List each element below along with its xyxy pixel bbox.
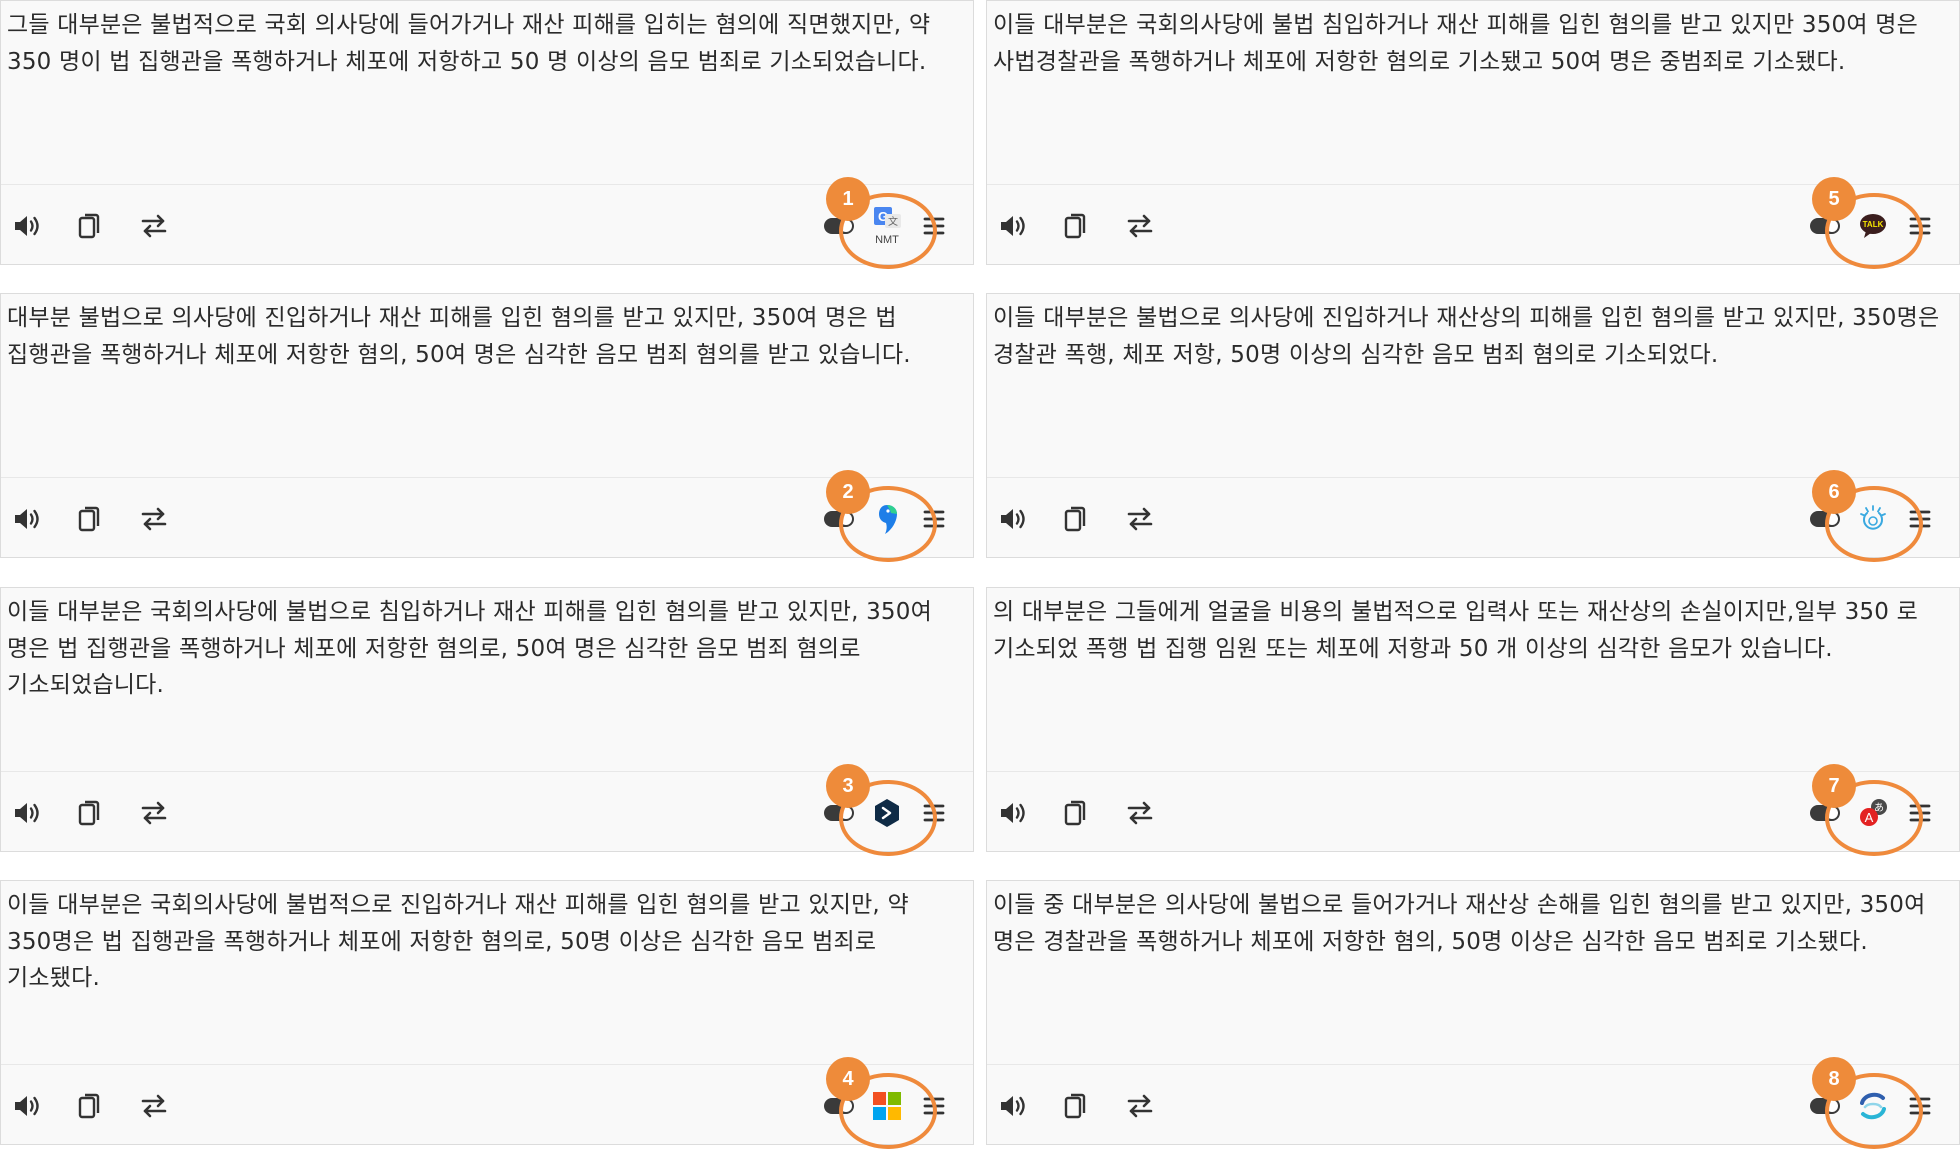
translation-text: 이들 대부분은 국회의사당에 불법으로 침입하거나 재산 피해를 입힌 혐의를 …: [7, 599, 932, 698]
panel-toolbar: 3: [1, 764, 973, 856]
translation-text: 이들 중 대부분은 의사당에 불법으로 들어가거나 재산상 손해를 입힌 혐의를…: [993, 892, 1926, 955]
swap-icon[interactable]: [135, 207, 173, 245]
translation-panel-5: 이들 대부분은 국회의사당에 불법 침입하거나 재산 피해를 입힌 혐의를 받고…: [986, 0, 1960, 269]
copy-icon[interactable]: [71, 500, 109, 538]
translation-panel-6: 이들 대부분은 불법으로 의사당에 진입하거나 재산상의 피해를 입힌 혐의를 …: [986, 293, 1960, 562]
translation-panel-2: 대부분 불법으로 의사당에 진입하거나 재산 피해를 입힌 혐의를 받고 있지만…: [0, 293, 974, 562]
menu-icon[interactable]: [919, 794, 949, 832]
svg-text:NMT: NMT: [875, 234, 899, 246]
copy-icon[interactable]: [71, 794, 109, 832]
toggle-icon[interactable]: [1807, 500, 1843, 538]
svg-text:TALK: TALK: [1863, 220, 1884, 229]
swap-icon[interactable]: [1121, 794, 1159, 832]
svg-text:文: 文: [888, 215, 898, 228]
systran-icon[interactable]: [1853, 1087, 1893, 1125]
swap-icon[interactable]: [1121, 500, 1159, 538]
swap-icon[interactable]: [1121, 1087, 1159, 1125]
speaker-icon[interactable]: [995, 1087, 1033, 1125]
copy-icon[interactable]: [71, 1087, 109, 1125]
translation-text: 그들 대부분은 불법적으로 국회 의사당에 들어가거나 재산 피해를 입히는 혐…: [7, 12, 931, 75]
copy-icon[interactable]: [1057, 207, 1095, 245]
translator-a-icon[interactable]: あA: [1853, 794, 1893, 832]
menu-icon[interactable]: [1905, 794, 1935, 832]
svg-text:A: A: [1865, 810, 1874, 825]
copy-icon[interactable]: [1057, 500, 1095, 538]
google-translate-nmt-icon[interactable]: G 文 NMT: [867, 207, 907, 246]
speaker-icon[interactable]: [9, 794, 47, 832]
translation-text: 이들 대부분은 국회의사당에 불법적으로 진입하거나 재산 피해를 입힌 혐의를…: [7, 892, 909, 991]
toggle-icon[interactable]: [1807, 207, 1843, 245]
papago-parrot-icon[interactable]: [867, 500, 907, 538]
panel-toolbar: TALK 5: [987, 177, 1959, 269]
toggle-icon[interactable]: [821, 500, 857, 538]
menu-icon[interactable]: [1905, 1087, 1935, 1125]
toggle-icon[interactable]: [1807, 794, 1843, 832]
menu-icon[interactable]: [919, 500, 949, 538]
swap-icon[interactable]: [135, 1087, 173, 1125]
menu-icon[interactable]: [919, 1087, 949, 1125]
translation-panel-1: 그들 대부분은 불법적으로 국회 의사당에 들어가거나 재산 피해를 입히는 혐…: [0, 0, 974, 269]
translation-panel-3: 이들 대부분은 국회의사당에 불법으로 침입하거나 재산 피해를 입힌 혐의를 …: [0, 587, 974, 856]
translation-panel-7: 의 대부분은 그들에게 얼굴을 비용의 불법적으로 입력사 또는 재산상의 손실…: [986, 587, 1960, 856]
copy-icon[interactable]: [71, 207, 109, 245]
translation-text: 대부분 불법으로 의사당에 진입하거나 재산 피해를 입힌 혐의를 받고 있지만…: [7, 305, 911, 368]
toggle-icon[interactable]: [821, 207, 857, 245]
panel-toolbar: 4: [1, 1057, 973, 1149]
deepl-icon[interactable]: [867, 794, 907, 832]
translation-text: 이들 대부분은 국회의사당에 불법 침입하거나 재산 피해를 입힌 혐의를 받고…: [993, 12, 1918, 75]
toggle-icon[interactable]: [1807, 1087, 1843, 1125]
panel-toolbar: 8: [987, 1057, 1959, 1149]
toggle-icon[interactable]: [821, 1087, 857, 1125]
speaker-icon[interactable]: [9, 500, 47, 538]
toggle-icon[interactable]: [821, 794, 857, 832]
swap-icon[interactable]: [1121, 207, 1159, 245]
translation-text: 의 대부분은 그들에게 얼굴을 비용의 불법적으로 입력사 또는 재산상의 손실…: [993, 599, 1918, 662]
translation-text: 이들 대부분은 불법으로 의사당에 진입하거나 재산상의 피해를 입힌 혐의를 …: [993, 305, 1940, 368]
speaker-icon[interactable]: [995, 207, 1033, 245]
panel-toolbar: 2: [1, 470, 973, 562]
menu-icon[interactable]: [919, 207, 949, 245]
ibm-watson-icon[interactable]: [1853, 500, 1893, 538]
menu-icon[interactable]: [1905, 207, 1935, 245]
speaker-icon[interactable]: [9, 207, 47, 245]
microsoft-logo-icon[interactable]: [867, 1087, 907, 1125]
copy-icon[interactable]: [1057, 794, 1095, 832]
speaker-icon[interactable]: [995, 794, 1033, 832]
swap-icon[interactable]: [135, 500, 173, 538]
kakao-talk-icon[interactable]: TALK: [1853, 207, 1893, 245]
menu-icon[interactable]: [1905, 500, 1935, 538]
panel-toolbar: G 文 NMT 1: [1, 177, 973, 269]
copy-icon[interactable]: [1057, 1087, 1095, 1125]
speaker-icon[interactable]: [9, 1087, 47, 1125]
translation-panel-8: 이들 중 대부분은 의사당에 불법으로 들어가거나 재산상 손해를 입힌 혐의를…: [986, 880, 1960, 1149]
speaker-icon[interactable]: [995, 500, 1033, 538]
translation-panel-4: 이들 대부분은 국회의사당에 불법적으로 진입하거나 재산 피해를 입힌 혐의를…: [0, 880, 974, 1149]
panel-toolbar: あA 7: [987, 764, 1959, 856]
panel-toolbar: 6: [987, 470, 1959, 562]
swap-icon[interactable]: [135, 794, 173, 832]
